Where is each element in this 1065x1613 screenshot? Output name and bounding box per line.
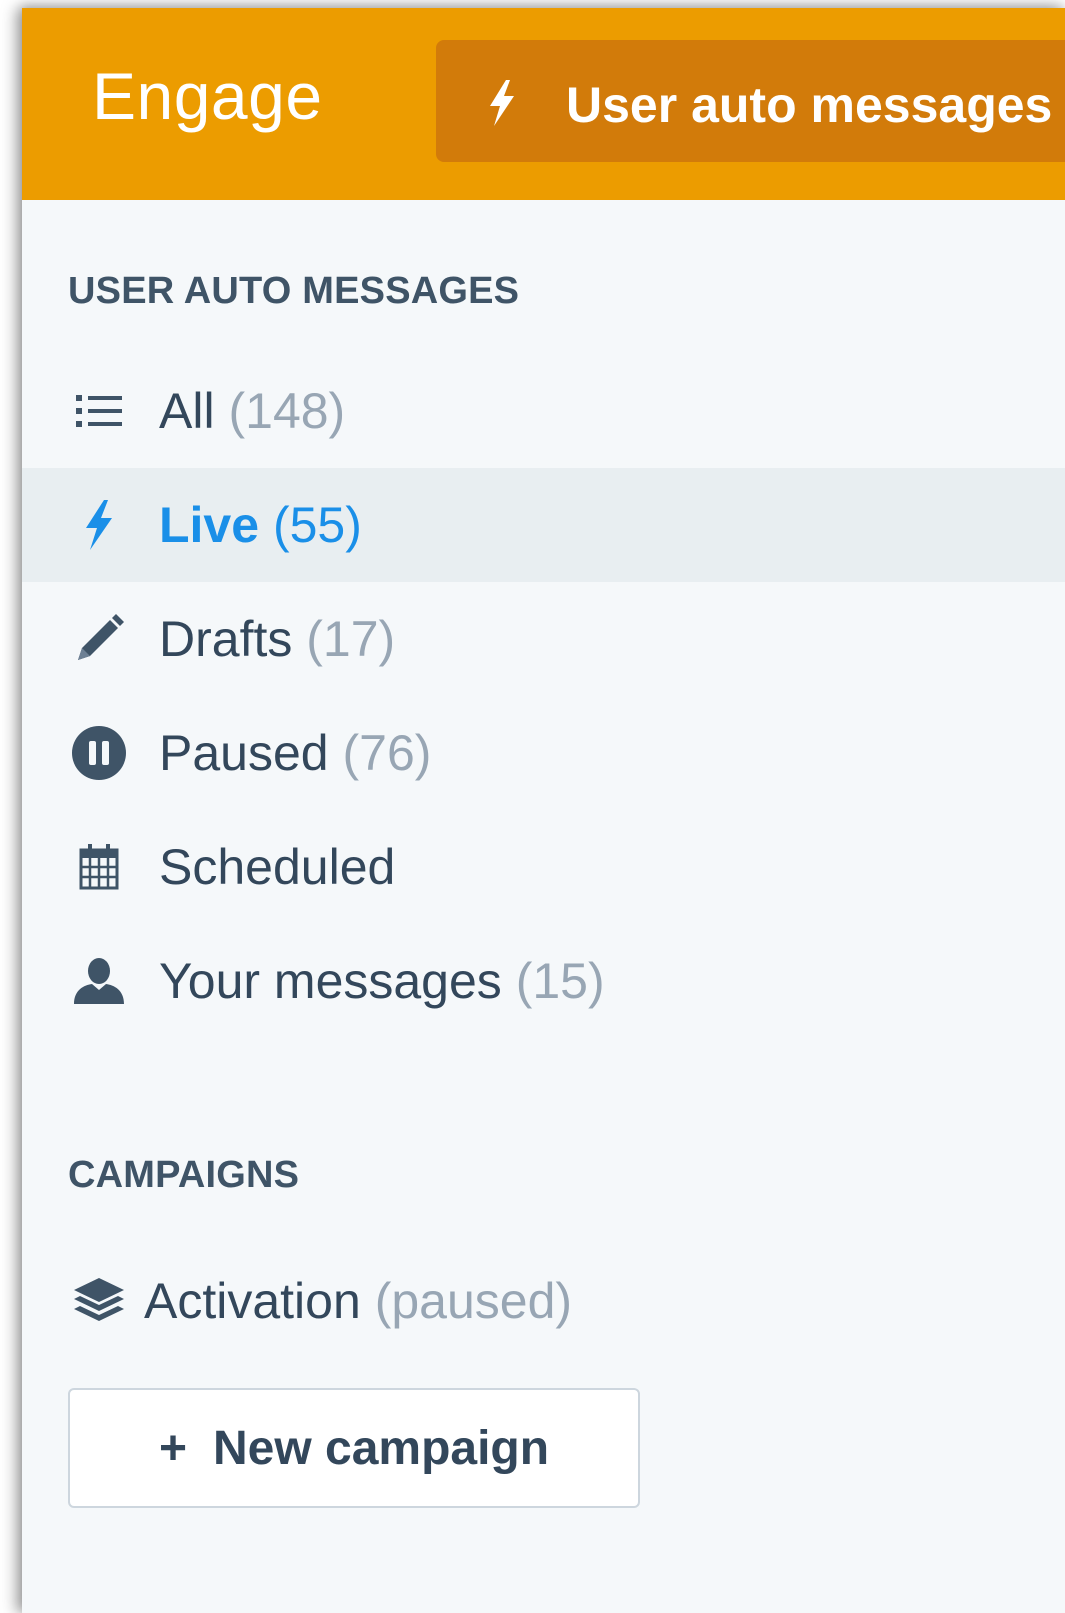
sidebar-item-all[interactable]: All (148)	[22, 354, 1065, 468]
list-icon	[76, 395, 122, 427]
sidebar-item-label: Scheduled	[159, 839, 396, 895]
sidebar-item-label: Live (55)	[159, 497, 362, 553]
tab-label: User auto messages	[566, 77, 1053, 133]
section-heading-user-auto-messages: USER AUTO MESSAGES	[68, 270, 520, 312]
sidebar-item-your-messages[interactable]: Your messages (15)	[22, 924, 1065, 1038]
layers-icon	[74, 1278, 124, 1321]
app-title: Engage	[92, 59, 323, 133]
pencil-icon	[78, 614, 124, 660]
section-heading-campaigns: CAMPAIGNS	[68, 1154, 300, 1196]
bolt-icon	[86, 500, 112, 550]
campaign-label: Activation (paused)	[144, 1273, 573, 1329]
count-badge: (15)	[515, 953, 605, 1009]
sidebar-item-paused[interactable]: Paused (76)	[22, 696, 1065, 810]
campaign-status: (paused)	[374, 1273, 573, 1329]
top-header: Engage User auto messages	[22, 8, 1065, 200]
sidebar-item-label: Paused (76)	[159, 725, 432, 781]
count-badge: (76)	[342, 725, 432, 781]
sidebar-item-drafts[interactable]: Drafts (17)	[22, 582, 1065, 696]
count-badge: (17)	[306, 611, 396, 667]
sidebar-item-scheduled[interactable]: Scheduled	[22, 810, 1065, 924]
sidebar-item-label: Drafts (17)	[159, 611, 396, 667]
tab-user-auto-messages[interactable]: User auto messages	[436, 40, 1065, 162]
sidebar-item-label: All (148)	[159, 383, 346, 439]
user-icon	[74, 958, 124, 1004]
plus-icon: +	[158, 1421, 187, 1475]
bolt-icon	[490, 80, 514, 126]
new-campaign-label: New campaign	[212, 1421, 550, 1475]
campaign-item-activation[interactable]: Activation (paused)	[22, 1244, 1065, 1354]
count-badge: (148)	[228, 383, 346, 439]
sidebar-item-label: Your messages (15)	[159, 953, 605, 1009]
new-campaign-button[interactable]: + New campaign	[68, 1388, 640, 1508]
pause-icon	[72, 726, 126, 780]
calendar-icon	[79, 844, 119, 890]
count-badge: (55)	[272, 497, 362, 553]
sidebar-item-live[interactable]: Live (55)	[22, 468, 1065, 582]
app-window: Engage User auto messages USER AUTO MESS…	[22, 8, 1065, 1613]
